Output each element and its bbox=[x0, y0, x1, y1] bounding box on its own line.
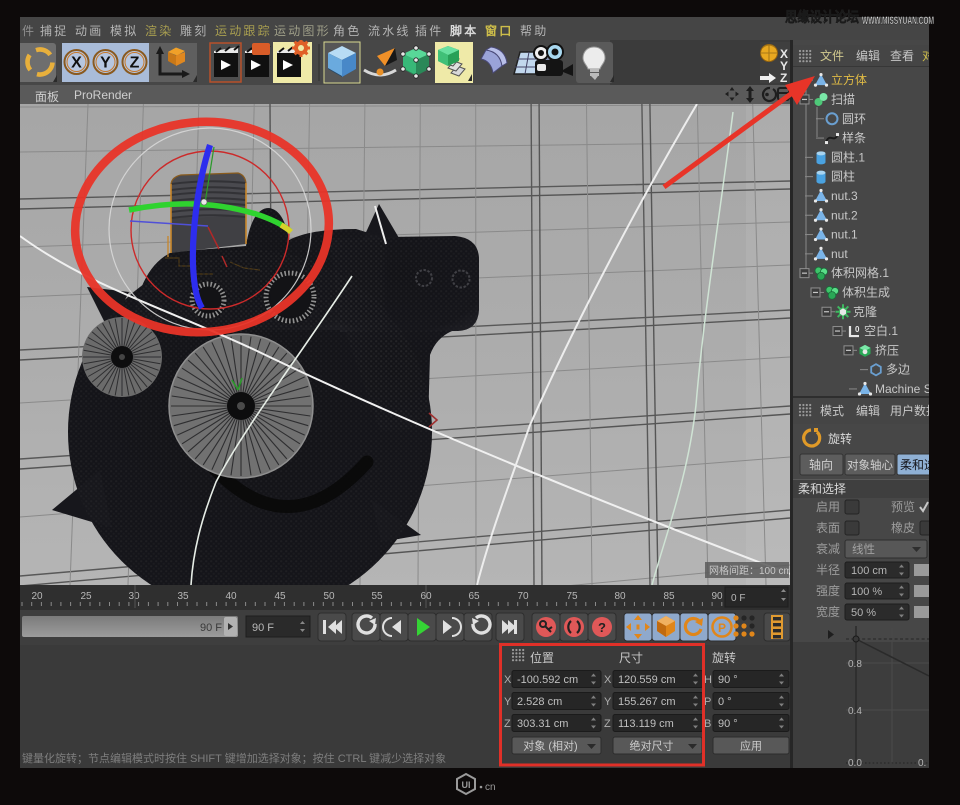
svg-text:线性: 线性 bbox=[852, 542, 875, 556]
svg-text:空白.1: 空白.1 bbox=[864, 323, 898, 338]
svg-text:X: X bbox=[71, 55, 82, 72]
svg-text:90: 90 bbox=[711, 591, 723, 602]
svg-text:圆环: 圆环 bbox=[842, 112, 866, 126]
svg-text:50: 50 bbox=[323, 591, 335, 602]
svg-text:Machine S: Machine S bbox=[875, 382, 929, 396]
svg-text:宽度: 宽度 bbox=[816, 604, 840, 619]
svg-text:cn: cn bbox=[485, 782, 496, 793]
svg-text:25: 25 bbox=[80, 591, 92, 602]
svg-text:155.267 cm: 155.267 cm bbox=[618, 696, 675, 708]
svg-text:120.559 cm: 120.559 cm bbox=[618, 674, 675, 686]
svg-text:思缘设计论坛: 思缘设计论坛 bbox=[785, 9, 859, 25]
svg-text:0: 0 bbox=[855, 325, 860, 334]
svg-text:H: H bbox=[704, 674, 712, 686]
svg-text:90 °: 90 ° bbox=[718, 674, 738, 686]
svg-text:文件: 文件 bbox=[820, 48, 844, 63]
svg-text:强度: 强度 bbox=[816, 583, 840, 598]
svg-text:Z: Z bbox=[780, 71, 787, 85]
svg-text:100 %: 100 % bbox=[851, 586, 882, 598]
svg-text:对象轴心: 对象轴心 bbox=[847, 458, 893, 472]
svg-text:编辑: 编辑 bbox=[856, 403, 880, 418]
svg-text:85: 85 bbox=[663, 591, 675, 602]
svg-text:0 °: 0 ° bbox=[718, 696, 732, 708]
svg-text:体积网格.1: 体积网格.1 bbox=[831, 265, 889, 280]
svg-text:20: 20 bbox=[31, 591, 43, 602]
svg-text:柔和选择: 柔和选择 bbox=[798, 482, 846, 496]
svg-text:0.: 0. bbox=[918, 758, 926, 768]
svg-text:nut.1: nut.1 bbox=[831, 228, 858, 242]
svg-text:预览: 预览 bbox=[891, 499, 915, 514]
svg-text:WWW.MISSYUAN.COM: WWW.MISSYUAN.COM bbox=[862, 15, 934, 27]
svg-text:0.4: 0.4 bbox=[848, 706, 862, 717]
svg-text:90 °: 90 ° bbox=[718, 718, 738, 730]
svg-text:Z: Z bbox=[604, 718, 611, 730]
svg-text:对: 对 bbox=[922, 49, 929, 63]
svg-text:尺寸: 尺寸 bbox=[619, 651, 643, 665]
svg-text:立方体: 立方体 bbox=[831, 72, 867, 87]
svg-text:303.31 cm: 303.31 cm bbox=[517, 718, 568, 730]
svg-text:45: 45 bbox=[274, 591, 286, 602]
svg-text:0.0: 0.0 bbox=[848, 758, 862, 768]
svg-text:-100.592 cm: -100.592 cm bbox=[517, 674, 578, 686]
svg-text:样条: 样条 bbox=[842, 130, 866, 145]
svg-text:橡皮: 橡皮 bbox=[891, 521, 915, 535]
svg-text:体积生成: 体积生成 bbox=[842, 285, 890, 299]
svg-text:Y: Y bbox=[504, 696, 512, 708]
svg-text:表面: 表面 bbox=[816, 521, 840, 535]
svg-text:扫描: 扫描 bbox=[831, 92, 855, 106]
svg-text:网格间距：100 cm: 网格间距：100 cm bbox=[709, 564, 790, 577]
svg-text:Y: Y bbox=[604, 696, 612, 708]
svg-text:Y: Y bbox=[100, 55, 111, 72]
svg-text:半径: 半径 bbox=[816, 563, 840, 577]
svg-text:2.528 cm: 2.528 cm bbox=[517, 696, 562, 708]
svg-text:0 F: 0 F bbox=[731, 593, 745, 604]
svg-text:多边: 多边 bbox=[886, 363, 910, 377]
svg-text:轴向: 轴向 bbox=[809, 457, 833, 472]
svg-text:nut.3: nut.3 bbox=[831, 189, 858, 203]
svg-text:旋转: 旋转 bbox=[712, 650, 736, 665]
svg-text:圆柱: 圆柱 bbox=[831, 169, 855, 184]
svg-text:nut.2: nut.2 bbox=[831, 208, 858, 222]
svg-text:P: P bbox=[704, 696, 711, 708]
svg-text:113.119 cm: 113.119 cm bbox=[618, 718, 674, 730]
svg-text:克隆: 克隆 bbox=[853, 304, 877, 319]
svg-text:30: 30 bbox=[128, 591, 140, 602]
svg-text:衰减: 衰减 bbox=[816, 541, 840, 556]
svg-text:0.8: 0.8 bbox=[848, 659, 862, 670]
svg-text:旋转: 旋转 bbox=[828, 431, 852, 446]
svg-text:绝对尺寸: 绝对尺寸 bbox=[630, 739, 674, 753]
svg-text:55: 55 bbox=[371, 591, 383, 602]
svg-text:50 %: 50 % bbox=[851, 607, 876, 619]
svg-text:模式: 模式 bbox=[820, 404, 844, 418]
svg-text:编辑: 编辑 bbox=[856, 48, 880, 63]
svg-text:对象 (相对): 对象 (相对) bbox=[523, 739, 577, 753]
svg-text:应用: 应用 bbox=[740, 739, 762, 753]
svg-text:B: B bbox=[704, 718, 711, 730]
svg-text:P: P bbox=[718, 621, 726, 635]
svg-text:挤压: 挤压 bbox=[875, 342, 899, 357]
svg-text:40: 40 bbox=[225, 591, 237, 602]
svg-text:90 F: 90 F bbox=[252, 622, 274, 634]
svg-text:查看: 查看 bbox=[890, 49, 914, 63]
svg-text:位置: 位置 bbox=[530, 650, 554, 665]
svg-text:100 cm: 100 cm bbox=[851, 565, 887, 577]
svg-text:nut: nut bbox=[831, 247, 848, 261]
svg-text:启用: 启用 bbox=[816, 500, 840, 514]
svg-text:圆柱.1: 圆柱.1 bbox=[831, 149, 865, 164]
svg-text:?: ? bbox=[598, 620, 606, 635]
svg-text:X: X bbox=[504, 674, 512, 686]
svg-text:70: 70 bbox=[517, 591, 529, 602]
svg-text:X: X bbox=[604, 674, 612, 686]
svg-text:75: 75 bbox=[566, 591, 578, 602]
svg-text:用户数据: 用户数据 bbox=[890, 403, 929, 418]
svg-text:Z: Z bbox=[504, 718, 511, 730]
svg-text:90 F: 90 F bbox=[200, 622, 222, 634]
svg-text:Z: Z bbox=[130, 55, 140, 72]
svg-text:65: 65 bbox=[468, 591, 480, 602]
svg-text:柔和选: 柔和选 bbox=[900, 458, 929, 472]
svg-text:35: 35 bbox=[177, 591, 189, 602]
svg-text:80: 80 bbox=[614, 591, 626, 602]
svg-text:UI: UI bbox=[462, 780, 471, 790]
